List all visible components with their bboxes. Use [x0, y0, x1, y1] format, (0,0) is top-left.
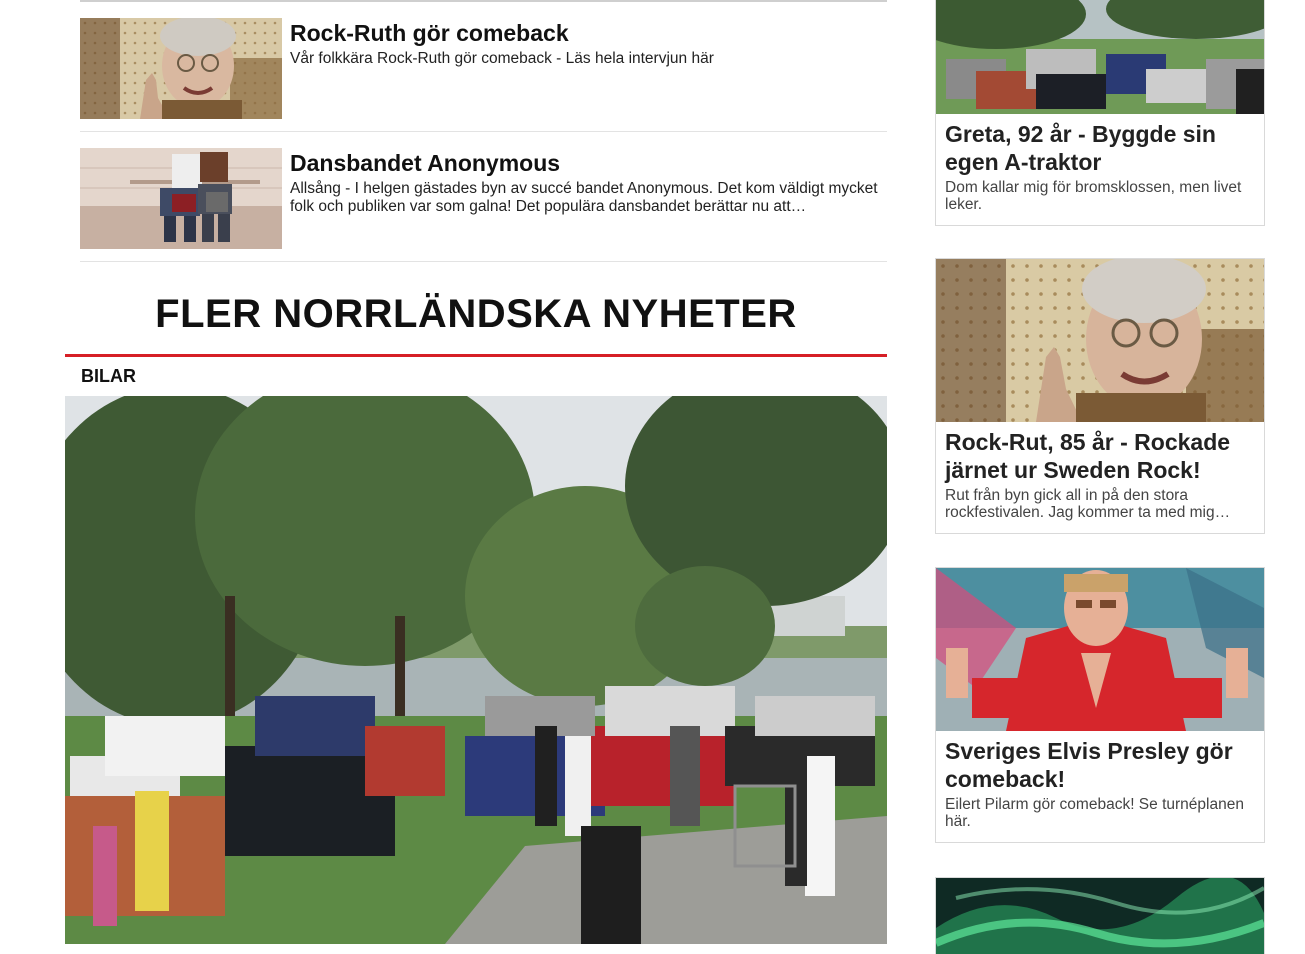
side-card[interactable]: Greta, 92 år - Byggde sin egen A-traktor…: [935, 0, 1265, 226]
card-title[interactable]: Sveriges Elvis Presley gör comeback!: [936, 731, 1264, 793]
article-description: Vår folkkära Rock-Ruth gör comeback - Lä…: [290, 50, 714, 67]
article-description: Allsång - I helgen gästades byn av succé…: [290, 180, 878, 215]
card-description: Dom kallar mig för bromsklossen, men liv…: [945, 179, 1242, 213]
card-image[interactable]: [936, 878, 1264, 954]
side-card[interactable]: [935, 877, 1265, 954]
article-thumbnail[interactable]: [80, 18, 282, 119]
divider: [80, 261, 887, 262]
card-image[interactable]: [936, 259, 1264, 422]
list-item[interactable]: Rock-Ruth gör comeback Vår folkkära Rock…: [80, 18, 887, 119]
card-image[interactable]: [936, 0, 1264, 114]
section-heading: FLER NORRLÄNDSKA NYHETER: [155, 292, 797, 336]
card-title[interactable]: Greta, 92 år - Byggde sin egen A-traktor: [936, 114, 1264, 176]
section-divider: [65, 354, 887, 357]
card-title[interactable]: Rock-Rut, 85 år - Rockade järnet ur Swed…: [936, 422, 1264, 484]
divider: [80, 131, 887, 132]
article-thumbnail[interactable]: [80, 148, 282, 249]
side-card[interactable]: Rock-Rut, 85 år - Rockade järnet ur Swed…: [935, 258, 1265, 534]
card-description: Rut från byn gick all in på den stora ro…: [945, 487, 1231, 521]
article-title[interactable]: Dansbandet Anonymous: [290, 150, 887, 176]
article-title[interactable]: Rock-Ruth gör comeback: [290, 20, 714, 46]
category-label[interactable]: BILAR: [81, 366, 136, 387]
card-description: Eilert Pilarm gör comeback! Se turnéplan…: [945, 796, 1244, 830]
divider: [80, 0, 887, 2]
side-card[interactable]: Sveriges Elvis Presley gör comeback! Eil…: [935, 567, 1265, 843]
list-item[interactable]: Dansbandet Anonymous Allsång - I helgen …: [80, 148, 887, 249]
card-image[interactable]: [936, 568, 1264, 731]
featured-image[interactable]: [65, 396, 887, 944]
